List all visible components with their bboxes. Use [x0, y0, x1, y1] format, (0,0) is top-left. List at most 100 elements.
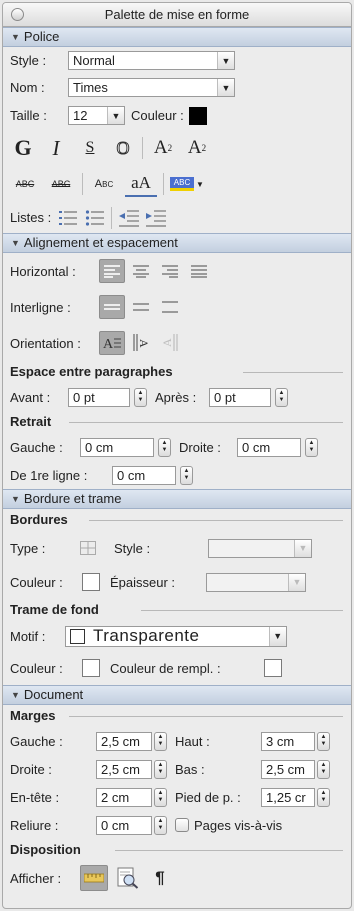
trame-couleur-label: Couleur : [10, 660, 63, 676]
orientation-row: Orientation : A A A [3, 325, 351, 361]
show-invisibles-icon[interactable]: ¶ [148, 865, 172, 891]
superscript-button[interactable]: A2 [149, 135, 177, 161]
pages-vis-a-vis-checkbox[interactable] [175, 818, 189, 832]
droite-field[interactable]: 0 cm [237, 437, 301, 457]
chevron-down-icon[interactable]: ▼ [196, 180, 204, 189]
taille-row: Taille : 12 ▼ Couleur : [3, 101, 351, 130]
gauche-stepper[interactable]: ▲ ▼ [158, 437, 171, 457]
premiere-stepper[interactable]: ▲ ▼ [180, 465, 193, 485]
numbered-list-icon[interactable] [57, 207, 79, 229]
horizontal-label: Horizontal : [10, 263, 76, 279]
avant-field[interactable]: 0 pt [68, 387, 130, 407]
retrait-heading: Retrait [3, 411, 351, 433]
section-title: Alignement et espacement [23, 235, 178, 250]
apres-stepper[interactable]: ▲ ▼ [275, 387, 288, 407]
small-caps-button[interactable]: Abc [89, 171, 119, 197]
outline-button[interactable]: O [110, 135, 136, 161]
epaisseur-dropdown[interactable]: ▼ [206, 572, 306, 592]
haut-stepper[interactable]: ▲ ▼ [317, 731, 330, 751]
bordures-heading-text: Bordures [10, 512, 68, 527]
double-strikethrough-button[interactable]: ABC [46, 171, 76, 197]
pattern-color-swatch[interactable] [82, 659, 100, 677]
haut-label: Haut : [175, 733, 210, 749]
haut-field[interactable]: 3 cm [261, 731, 315, 751]
section-bordure-header[interactable]: ▼ Bordure et trame [3, 489, 351, 509]
reliure-stepper[interactable]: ▲ ▼ [154, 815, 167, 835]
entete-label: En-tête : [10, 789, 60, 805]
strikethrough-button[interactable]: ABC [10, 171, 40, 197]
droite-stepper[interactable]: ▲ ▼ [305, 437, 318, 457]
bold-button[interactable]: G [10, 135, 36, 161]
avant-apres-row: Avant : 0 pt ▲ ▼ Après : 0 pt ▲ ▼ [3, 383, 351, 411]
ruler-icon[interactable] [80, 865, 108, 891]
change-case-button[interactable]: aA [125, 171, 157, 197]
marge-droite-field[interactable]: 2,5 cm [96, 759, 152, 779]
marge-droite-stepper[interactable]: ▲ ▼ [154, 759, 167, 779]
reliure-field[interactable]: 0 cm [96, 815, 152, 835]
highlight-button[interactable]: ABC [170, 177, 194, 191]
border-color-swatch[interactable] [82, 573, 100, 591]
svg-text:A: A [137, 339, 151, 348]
espace-heading-text: Espace entre paragraphes [10, 364, 173, 379]
font-size-dropdown[interactable]: 12 ▼ [68, 106, 125, 125]
bas-stepper[interactable]: ▲ ▼ [317, 759, 330, 779]
line-spacing-single-icon[interactable] [99, 295, 125, 319]
premiere-field[interactable]: 0 cm [112, 465, 176, 485]
type-style-row: Type : Style : ▼ [3, 531, 351, 565]
align-center-icon[interactable] [128, 259, 154, 283]
apres-field[interactable]: 0 pt [209, 387, 271, 407]
section-alignement-header[interactable]: ▼ Alignement et espacement [3, 233, 351, 253]
entete-field[interactable]: 2 cm [96, 787, 152, 807]
pied-field[interactable]: 1,25 cr [261, 787, 315, 807]
section-police-header[interactable]: ▼ Police [3, 27, 351, 47]
subscript-button[interactable]: A2 [183, 135, 211, 161]
bulleted-list-icon[interactable] [84, 207, 106, 229]
close-icon[interactable] [11, 8, 24, 21]
fill-color-swatch[interactable] [264, 659, 282, 677]
listes-label: Listes : [10, 210, 52, 225]
entete-stepper[interactable]: ▲ ▼ [154, 787, 167, 807]
underline-button[interactable]: S [76, 135, 104, 161]
couleur-label: Couleur : [131, 108, 184, 123]
line-spacing-double-icon[interactable] [157, 295, 183, 319]
svg-text:A: A [103, 337, 114, 352]
marge-gauche-stepper[interactable]: ▲ ▼ [154, 731, 167, 751]
increase-indent-icon[interactable] [145, 207, 167, 229]
section-document-header[interactable]: ▼ Document [3, 685, 351, 705]
font-color-swatch[interactable] [188, 106, 207, 125]
italic-button[interactable]: I [42, 135, 70, 161]
line-spacing-one-half-icon[interactable] [128, 295, 154, 319]
style-dropdown[interactable]: Normal ▼ [68, 51, 235, 70]
marge-gauche-field[interactable]: 2,5 cm [96, 731, 152, 751]
motif-dropdown[interactable]: Transparente ▼ [65, 625, 287, 647]
disclosure-triangle-icon: ▼ [11, 32, 20, 42]
border-grid-icon[interactable] [80, 541, 114, 555]
disclosure-triangle-icon: ▼ [11, 690, 20, 700]
pied-stepper[interactable]: ▲ ▼ [317, 787, 330, 807]
zoom-page-icon[interactable] [114, 865, 142, 891]
decrease-indent-icon[interactable] [118, 207, 140, 229]
style-label: Style : [10, 53, 47, 68]
retrait-row: Gauche : 0 cm ▲ ▼ Droite : 0 cm ▲ ▼ [3, 433, 351, 461]
gauche-field[interactable]: 0 cm [80, 437, 154, 457]
bas-field[interactable]: 2,5 cm [261, 759, 315, 779]
font-name-value: Times [73, 80, 108, 95]
marges-heading: Marges [3, 705, 351, 727]
section-title: Police [23, 29, 60, 44]
marge-gauche-label: Gauche : [10, 733, 63, 749]
border-style-dropdown[interactable]: ▼ [208, 538, 312, 558]
align-left-icon[interactable] [99, 259, 125, 283]
motif-value: Transparente [93, 626, 200, 645]
espace-heading: Espace entre paragraphes [3, 361, 351, 383]
divider [141, 610, 343, 611]
text-horizontal-icon[interactable]: A [99, 331, 125, 355]
premiere-ligne-row: De 1re ligne : 0 cm ▲ ▼ [3, 461, 351, 489]
text-vertical-down-icon[interactable]: A [128, 331, 154, 355]
align-right-icon[interactable] [157, 259, 183, 283]
avant-stepper[interactable]: ▲ ▼ [134, 387, 147, 407]
font-name-dropdown[interactable]: Times ▼ [68, 78, 235, 97]
bordures-heading: Bordures [3, 509, 351, 531]
pattern-preview-icon [70, 628, 85, 644]
text-vertical-up-icon[interactable]: A [157, 331, 183, 355]
align-justify-icon[interactable] [186, 259, 212, 283]
